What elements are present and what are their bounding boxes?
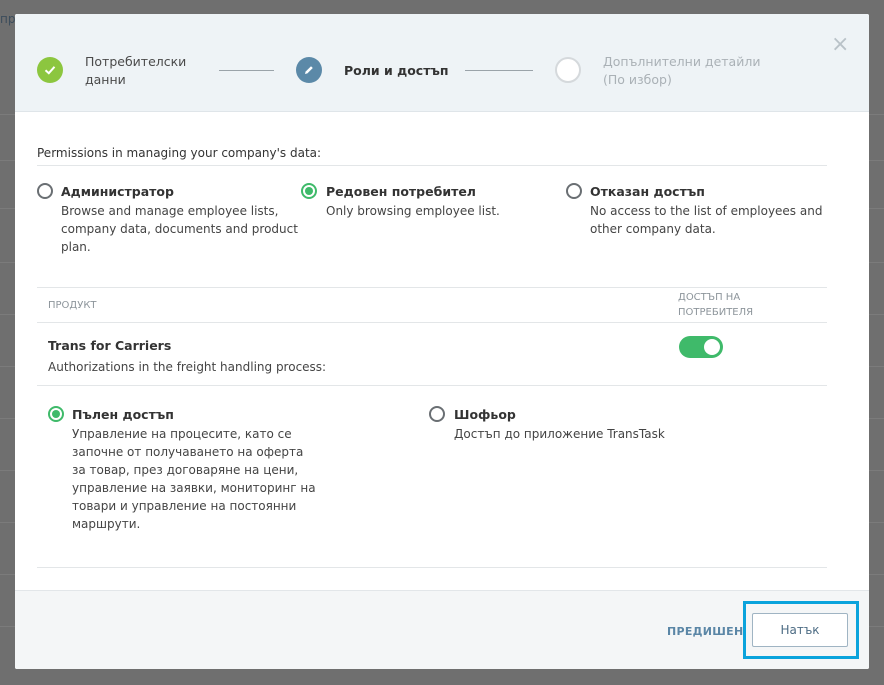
desc-line: започне от получаването на оферта bbox=[72, 445, 304, 459]
divider bbox=[37, 385, 827, 386]
step-1-label: Потребителски данни bbox=[85, 53, 186, 89]
desc-line: Достъп до приложение TransTask bbox=[454, 427, 665, 441]
previous-button[interactable]: ПРЕДИШЕН bbox=[667, 625, 744, 638]
product-access-toggle[interactable] bbox=[679, 336, 723, 358]
radio-admin[interactable] bbox=[37, 183, 53, 199]
step-future-circle-icon bbox=[555, 57, 581, 83]
desc-line: товари и управление на постоянни bbox=[72, 499, 297, 513]
desc-line: No access to the list of employees and bbox=[590, 204, 823, 218]
background-text-fragment: пр bbox=[0, 12, 16, 26]
step-2-label: Роли и достъп bbox=[344, 63, 449, 78]
desc-line: other company data. bbox=[590, 222, 716, 236]
step-1-label-line2: данни bbox=[85, 72, 126, 87]
radio-driver[interactable] bbox=[429, 406, 445, 422]
option-denied-title: Отказан достъп bbox=[590, 184, 705, 199]
option-full-access-title: Пълен достъп bbox=[72, 407, 174, 422]
products-table-header: ПРОДУКТ ДОСТЪП НА ПОТРЕБИТЕЛЯ bbox=[37, 287, 827, 323]
step-connector bbox=[465, 70, 533, 71]
step-3-label-line2: (По избор) bbox=[603, 72, 672, 87]
modal-header-stepper: Потребителски данни Роли и достъп Допълн… bbox=[15, 14, 869, 112]
step-done-check-icon bbox=[37, 57, 63, 83]
user-roles-modal: Потребителски данни Роли и достъп Допълн… bbox=[15, 14, 869, 669]
option-regular-desc: Only browsing employee list. bbox=[326, 202, 500, 220]
desc-line: Only browsing employee list. bbox=[326, 204, 500, 218]
desc-line: управление на заявки, мониторинг на bbox=[72, 481, 316, 495]
column-product: ПРОДУКТ bbox=[48, 300, 97, 311]
step-3-label: Допълнителни детайли (По избор) bbox=[603, 53, 760, 89]
modal-footer: ПРЕДИШЕН Натък bbox=[15, 590, 869, 669]
desc-line: Управление на процесите, като се bbox=[72, 427, 292, 441]
option-driver-title: Шофьор bbox=[454, 407, 516, 422]
option-denied-desc: No access to the list of employees and o… bbox=[590, 202, 822, 238]
next-button[interactable]: Натък bbox=[752, 613, 848, 647]
product-name: Trans for Carriers bbox=[48, 338, 172, 353]
close-icon[interactable]: × bbox=[831, 34, 849, 56]
product-subtitle: Authorizations in the freight handling p… bbox=[48, 360, 327, 374]
step-active-pencil-icon bbox=[296, 57, 322, 83]
step-3-label-line1: Допълнителни детайли bbox=[603, 54, 761, 69]
divider bbox=[37, 567, 827, 568]
radio-access-denied[interactable] bbox=[566, 183, 582, 199]
desc-line: company data, documents and product bbox=[61, 222, 298, 236]
column-user-access: ДОСТЪП НА ПОТРЕБИТЕЛЯ bbox=[678, 290, 753, 320]
divider bbox=[37, 165, 827, 166]
permissions-title: Permissions in managing your company's d… bbox=[37, 146, 322, 160]
column-user-access-line2: ПОТРЕБИТЕЛЯ bbox=[678, 307, 754, 318]
radio-full-access[interactable] bbox=[48, 406, 64, 422]
option-admin-title: Администратор bbox=[61, 184, 174, 199]
radio-regular-user[interactable] bbox=[301, 183, 317, 199]
option-full-access-desc: Управление на процесите, като се започне… bbox=[72, 425, 316, 533]
option-admin-desc: Browse and manage employee lists, compan… bbox=[61, 202, 298, 256]
step-1-label-line1: Потребителски bbox=[85, 54, 187, 69]
desc-line: маршрути. bbox=[72, 517, 141, 531]
desc-line: Browse and manage employee lists, bbox=[61, 204, 279, 218]
toggle-knob bbox=[704, 339, 720, 355]
step-connector bbox=[219, 70, 274, 71]
option-driver-desc: Достъп до приложение TransTask bbox=[454, 425, 665, 443]
desc-line: за товар, през договаряне на цени, bbox=[72, 463, 299, 477]
option-regular-title: Редовен потребител bbox=[326, 184, 476, 199]
desc-line: plan. bbox=[61, 240, 91, 254]
column-user-access-line1: ДОСТЪП НА bbox=[678, 292, 741, 303]
